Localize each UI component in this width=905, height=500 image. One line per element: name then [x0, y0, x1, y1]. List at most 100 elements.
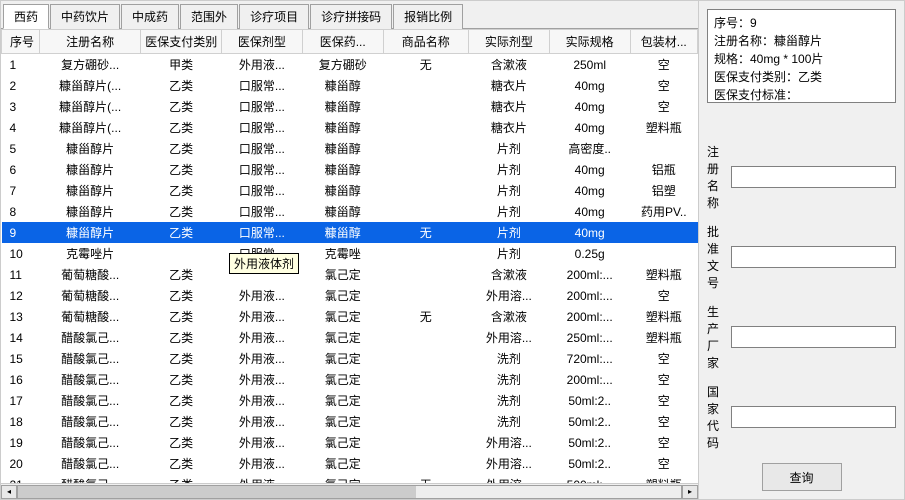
form-row-manufacturer: 生产厂家: [707, 303, 896, 371]
table-row[interactable]: 5糠甾醇片乙类口服常...糠甾醇片剂高密度..: [2, 138, 698, 159]
cell-seq: 20: [2, 453, 40, 474]
cell-prod: [383, 390, 468, 411]
cell-med: 克霉唑: [302, 243, 383, 264]
table-row[interactable]: 19醋酸氯己...乙类外用液...氯己定外用溶...50ml:2..空: [2, 432, 698, 453]
cell-act: 糖衣片: [468, 96, 549, 117]
cell-act: 含漱液: [468, 264, 549, 285]
cell-name: 醋酸氯己...: [40, 411, 141, 432]
detail-line: 注册名称：糠甾醇片: [714, 32, 889, 50]
cell-dosage: 口服常...: [222, 222, 303, 243]
cell-seq: 4: [2, 117, 40, 138]
column-header[interactable]: 序号: [2, 30, 40, 54]
cell-seq: 7: [2, 180, 40, 201]
tab-3[interactable]: 范围外: [180, 4, 238, 29]
scroll-left-arrow[interactable]: ◂: [1, 485, 17, 499]
column-header[interactable]: 医保剂型: [222, 30, 303, 54]
cell-pay: 乙类: [141, 306, 222, 327]
tab-2[interactable]: 中成药: [121, 4, 179, 29]
column-header[interactable]: 商品名称: [383, 30, 468, 54]
reg-name-input[interactable]: [731, 166, 896, 188]
cell-pkg: [630, 243, 697, 264]
cell-med: 糠甾醇: [302, 180, 383, 201]
cell-name: 糠甾醇片: [40, 180, 141, 201]
tab-5[interactable]: 诊疗拼接码: [310, 4, 392, 29]
table-row[interactable]: 20醋酸氯己...乙类外用液...氯己定外用溶...50ml:2..空: [2, 453, 698, 474]
table-row[interactable]: 6糠甾醇片乙类口服常...糠甾醇片剂40mg铝瓶: [2, 159, 698, 180]
scroll-track[interactable]: [17, 485, 682, 499]
cell-seq: 8: [2, 201, 40, 222]
column-header[interactable]: 注册名称: [40, 30, 141, 54]
cell-prod: [383, 285, 468, 306]
cell-act: 片剂: [468, 159, 549, 180]
table-row[interactable]: 13葡萄糖酸...乙类外用液...氯己定无含漱液200ml:...塑料瓶: [2, 306, 698, 327]
table-row[interactable]: 8糠甾醇片乙类口服常...糠甾醇片剂40mg药用PV..: [2, 201, 698, 222]
cell-name: 葡萄糖酸...: [40, 285, 141, 306]
cell-dosage: 外用液...: [222, 348, 303, 369]
cell-dosage: 口服常...: [222, 138, 303, 159]
right-pane: 序号：9 注册名称：糠甾醇片 规格：40mg * 100片 医保支付类别：乙类 …: [699, 1, 904, 499]
cell-spec: 50ml:2..: [549, 432, 630, 453]
tab-6[interactable]: 报销比例: [393, 4, 463, 29]
table-row[interactable]: 2糠甾醇片(...乙类口服常...糠甾醇糖衣片40mg空: [2, 75, 698, 96]
table-row[interactable]: 12葡萄糖酸...乙类外用液...氯己定外用溶...200ml:...空: [2, 285, 698, 306]
scroll-right-arrow[interactable]: ▸: [682, 485, 698, 499]
table-row[interactable]: 21醋酸氯己...乙类外用液...氯己定无外用溶...500ml:...塑料瓶: [2, 474, 698, 483]
cell-med: 糠甾醇: [302, 201, 383, 222]
cell-pkg: 塑料瓶: [630, 306, 697, 327]
cell-med: 氯己定: [302, 411, 383, 432]
cell-pkg: [630, 222, 697, 243]
horizontal-scrollbar[interactable]: ◂ ▸: [1, 483, 698, 499]
cell-pkg: 塑料瓶: [630, 327, 697, 348]
column-header[interactable]: 医保支付类别: [141, 30, 222, 54]
cell-seq: 5: [2, 138, 40, 159]
cell-act: 片剂: [468, 243, 549, 264]
cell-seq: 14: [2, 327, 40, 348]
cell-prod: [383, 411, 468, 432]
table-row[interactable]: 17醋酸氯己...乙类外用液...氯己定洗剂50ml:2..空: [2, 390, 698, 411]
country-code-input[interactable]: [731, 406, 896, 428]
cell-med: 糠甾醇: [302, 75, 383, 96]
table-scroll[interactable]: 序号注册名称医保支付类别医保剂型医保药...商品名称实际剂型实际规格包装材...…: [1, 29, 698, 483]
query-button[interactable]: 查询: [762, 463, 842, 491]
table-row[interactable]: 11葡萄糖酸...乙类氯己定含漱液200ml:...塑料瓶: [2, 264, 698, 285]
table-row[interactable]: 7糠甾醇片乙类口服常...糠甾醇片剂40mg铝塑: [2, 180, 698, 201]
cell-seq: 10: [2, 243, 40, 264]
table-row[interactable]: 9糠甾醇片乙类口服常...糠甾醇无片剂40mg: [2, 222, 698, 243]
manufacturer-input[interactable]: [731, 326, 896, 348]
form-row-approval: 批准文号: [707, 223, 896, 291]
cell-name: 醋酸氯己...: [40, 453, 141, 474]
cell-dosage: 口服常...: [222, 96, 303, 117]
table-row[interactable]: 3糠甾醇片(...乙类口服常...糠甾醇糖衣片40mg空: [2, 96, 698, 117]
cell-pay: 乙类: [141, 411, 222, 432]
cell-seq: 1: [2, 54, 40, 76]
table-row[interactable]: 18醋酸氯己...乙类外用液...氯己定洗剂50ml:2..空: [2, 411, 698, 432]
form-row-country-code: 国家代码: [707, 383, 896, 451]
table-row[interactable]: 14醋酸氯己...乙类外用液...氯己定外用溶...250ml:...塑料瓶: [2, 327, 698, 348]
table-body: 1复方硼砂...甲类外用液...复方硼砂无含漱液250ml空2糠甾醇片(...乙…: [2, 54, 698, 484]
cell-pkg: 铝瓶: [630, 159, 697, 180]
cell-spec: 250ml:...: [549, 327, 630, 348]
cell-dosage: 外用液...: [222, 474, 303, 483]
approval-input[interactable]: [731, 246, 896, 268]
column-header[interactable]: 实际剂型: [468, 30, 549, 54]
table-row[interactable]: 10克霉唑片口服常...克霉唑片剂0.25g: [2, 243, 698, 264]
table-row[interactable]: 16醋酸氯己...乙类外用液...氯己定洗剂200ml:...空: [2, 369, 698, 390]
table-row[interactable]: 4糠甾醇片(...乙类口服常...糠甾醇糖衣片40mg塑料瓶: [2, 117, 698, 138]
app-root: 西药中药饮片中成药范围外诊疗项目诊疗拼接码报销比例 序号注册名称医保支付类别医保…: [0, 0, 905, 500]
tab-1[interactable]: 中药饮片: [50, 4, 120, 29]
detail-line: 医保支付类别：乙类: [714, 68, 889, 86]
cell-spec: 720ml:...: [549, 348, 630, 369]
table-row[interactable]: 1复方硼砂...甲类外用液...复方硼砂无含漱液250ml空: [2, 54, 698, 76]
tab-0[interactable]: 西药: [3, 4, 49, 29]
column-header[interactable]: 实际规格: [549, 30, 630, 54]
scroll-thumb[interactable]: [18, 486, 416, 498]
tab-4[interactable]: 诊疗项目: [239, 4, 309, 29]
cell-dosage: 口服常...: [222, 75, 303, 96]
table-row[interactable]: 15醋酸氯己...乙类外用液...氯己定洗剂720ml:...空: [2, 348, 698, 369]
cell-pay: 乙类: [141, 285, 222, 306]
cell-prod: 无: [383, 474, 468, 483]
cell-pay: 甲类: [141, 54, 222, 76]
column-header[interactable]: 医保药...: [302, 30, 383, 54]
cell-med: 糠甾醇: [302, 138, 383, 159]
column-header[interactable]: 包装材...: [630, 30, 697, 54]
